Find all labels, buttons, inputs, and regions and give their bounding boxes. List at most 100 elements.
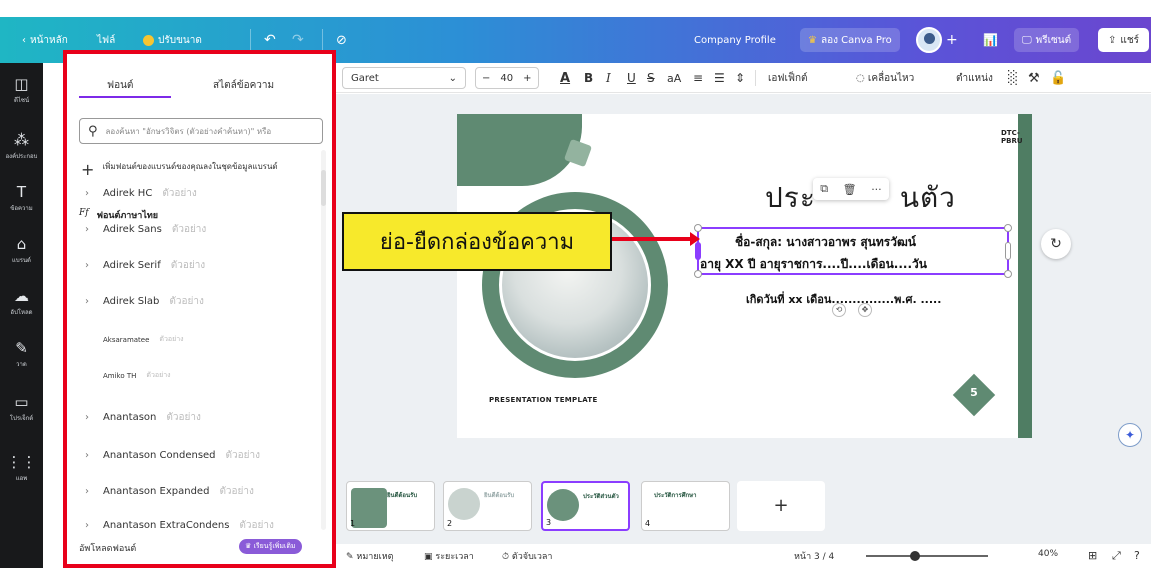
scroll-track[interactable] (321, 150, 326, 530)
list-icon[interactable]: ☰ (714, 63, 725, 93)
font-list-item[interactable]: Aksaramatee ตัวอย่าง (85, 334, 184, 345)
try-pro-button[interactable]: ♛ ลอง Canva Pro (800, 28, 900, 52)
bold-button[interactable]: B (584, 63, 593, 93)
rail-item-apps[interactable]: ⋮⋮ แอพ (0, 453, 43, 483)
align-icon[interactable]: ≡ (693, 63, 703, 93)
thumbnail-page-2[interactable]: ยินดีต้อนรับ 2 (443, 481, 532, 531)
thumbnail-page-4[interactable]: ประวัติการศึกษา 4 (641, 481, 730, 531)
rail-item-brand[interactable]: ⌂ แบรนด์ (0, 235, 43, 265)
timer-button[interactable]: ⏱ ตัวจับเวลา (502, 549, 553, 563)
move-handle-icon[interactable]: ✥ (858, 303, 872, 317)
font-size-value[interactable]: 40 (500, 73, 513, 84)
age-text[interactable]: อายุ XX ปี อายุราชการ....ปี....เดือน....… (700, 255, 927, 274)
font-family-select[interactable]: Garet ⌄ (342, 67, 466, 89)
font-list-item[interactable]: › Anantason ExtraCondens ตัวอย่าง (85, 518, 274, 533)
page-number[interactable]: 5 (967, 386, 981, 399)
chevron-right-icon[interactable]: › (85, 450, 93, 461)
learn-more-badge[interactable]: ♛ เรียนรู้เพิ่มเติม (239, 539, 302, 554)
increase-size-button[interactable]: + (523, 73, 531, 84)
page-indicator[interactable]: หน้า 3 / 4 (794, 549, 834, 563)
rail-item-upload[interactable]: ☁ อัปโหลด (0, 287, 43, 317)
chevron-right-icon[interactable]: › (85, 260, 93, 271)
italic-button[interactable]: I (606, 63, 611, 93)
font-list-item[interactable]: › Adirek Serif ตัวอย่าง (85, 258, 205, 273)
zoom-slider[interactable] (866, 555, 988, 557)
rotate-handle-icon[interactable]: ⟲ (832, 303, 846, 317)
animate-button[interactable]: ◌ เคลื่อนไหว (856, 63, 914, 93)
draw-icon: ✎ (15, 339, 28, 357)
tab-text-style[interactable]: สไตล์ข้อความ (213, 78, 274, 93)
duplicate-icon[interactable]: ⧉ (820, 182, 828, 196)
add-brand-font[interactable]: + เพิ่มฟอนต์ของแบรนด์ของคุณลงในชุดข้อมูล… (81, 160, 311, 180)
zoom-slider-handle[interactable] (909, 551, 920, 561)
notes-button[interactable]: ✎ หมายเหตุ (346, 549, 393, 563)
rail-item-text[interactable]: T ข้อความ (0, 183, 43, 213)
chevron-right-icon[interactable]: › (85, 296, 93, 307)
tab-font[interactable]: ฟอนต์ (107, 78, 133, 93)
rail-item-draw[interactable]: ✎ วาด (0, 339, 43, 369)
text-color-button[interactable]: A (560, 63, 570, 93)
font-list-item[interactable]: › Anantason Expanded ตัวอย่าง (85, 484, 254, 499)
insights-icon[interactable]: 📊 (983, 17, 998, 63)
upload-font-link[interactable]: อัพโหลดฟอนต์ (79, 541, 136, 555)
scrollbar-thumb[interactable] (321, 170, 326, 206)
fullscreen-icon[interactable]: ⤢ (1112, 549, 1121, 563)
name-text[interactable]: ชื่อ-สกุล: นางสาวอาพร สุนทรวัฒน์ (735, 233, 916, 252)
font-list-item[interactable]: › Adirek Sans ตัวอย่าง (85, 222, 206, 237)
bottom-bar: ✎ หมายเหตุ ▣ ระยะเวลา ⏱ ตัวจับเวลา หน้า … (336, 544, 1151, 568)
case-button[interactable]: aA (667, 63, 681, 93)
duration-button[interactable]: ▣ ระยะเวลา (424, 549, 474, 563)
slide-badge[interactable]: DTC-PBRU (1001, 129, 1032, 145)
share-button[interactable]: ⇪ แชร์ (1098, 28, 1149, 52)
chevron-right-icon[interactable]: › (85, 486, 93, 497)
font-list-item[interactable]: › Adirek HC ตัวอย่าง (85, 186, 197, 201)
slide-page[interactable]: DTC-PBRU ประ นตัว ⧉ 🗑 ··· ชื่อ-สกุล: นางส… (457, 114, 1032, 438)
avatar[interactable] (916, 27, 942, 53)
font-size-stepper[interactable]: − 40 + (475, 67, 539, 89)
thumbnail-page-3[interactable]: ประวัติส่วนตัว 3 (541, 481, 630, 531)
rail-item-projects[interactable]: ▭ โปรเจ็กต์ (0, 393, 43, 423)
font-list-item[interactable]: › Adirek Slab ตัวอย่าง (85, 294, 204, 309)
side-resize-handle[interactable] (1005, 242, 1011, 260)
font-name: Adirek Serif (103, 260, 161, 271)
underline-button[interactable]: U (627, 63, 636, 93)
chevron-right-icon[interactable]: › (85, 520, 93, 531)
chevron-right-icon[interactable]: › (85, 188, 93, 199)
font-list-item[interactable]: Amiko TH ตัวอย่าง (85, 370, 171, 381)
magic-assistant-icon[interactable]: ✦ (1118, 423, 1142, 447)
chevron-right-icon[interactable]: › (85, 224, 93, 235)
help-icon[interactable]: ? (1134, 549, 1140, 562)
resize-handle[interactable] (1004, 270, 1012, 278)
lock-icon[interactable]: 🔓 (1050, 63, 1066, 93)
paint-format-icon[interactable]: ⚒ (1028, 63, 1040, 93)
font-list-item[interactable]: › Anantason ตัวอย่าง (85, 410, 201, 425)
add-collaborator-icon[interactable]: + (946, 32, 958, 48)
thumbnail-page-1[interactable]: ยินดีต้อนรับ 1 (346, 481, 435, 531)
grid-view-icon[interactable]: ⊞ (1088, 549, 1097, 562)
effects-button[interactable]: เอฟเฟ็กต์ (768, 63, 808, 93)
rail-item-elements[interactable]: ⁂ องค์ประกอบ (0, 131, 43, 161)
collaborators[interactable]: + (916, 17, 958, 63)
present-button[interactable]: 🖵 พรีเซนต์ (1014, 28, 1080, 52)
transparency-icon[interactable]: ░ (1008, 63, 1018, 93)
delete-icon[interactable]: 🗑 (843, 183, 857, 196)
chevron-right-icon[interactable]: › (85, 412, 93, 423)
crown-icon: ♛ (808, 34, 817, 46)
add-page-button[interactable]: + (737, 481, 825, 531)
regenerate-icon[interactable]: ↻ (1041, 229, 1071, 259)
more-icon[interactable]: ··· (871, 183, 882, 196)
font-search-input[interactable]: ⚲ ลองค้นหา "อักษรวิจิตร (ตัวอย่างคำค้นหา… (79, 118, 323, 144)
position-button[interactable]: ตำแหน่ง (956, 63, 993, 93)
resize-handle[interactable] (694, 224, 702, 232)
document-title[interactable]: Company Profile (694, 17, 776, 63)
spacing-icon[interactable]: ⇕ (735, 63, 745, 93)
resize-handle[interactable] (1004, 224, 1012, 232)
rail-item-design[interactable]: ◫ ดีไซน์ (0, 75, 43, 105)
zoom-level[interactable]: 40% (1038, 549, 1058, 559)
template-label[interactable]: PRESENTATION TEMPLATE (489, 396, 598, 404)
cloud-save-icon[interactable]: ⊘ (336, 17, 347, 63)
decrease-size-button[interactable]: − (482, 73, 490, 84)
strikethrough-button[interactable]: S (647, 63, 655, 93)
font-list-item[interactable]: › Anantason Condensed ตัวอย่าง (85, 448, 260, 463)
home-button[interactable]: ‹ หน้าหลัก (22, 17, 68, 63)
